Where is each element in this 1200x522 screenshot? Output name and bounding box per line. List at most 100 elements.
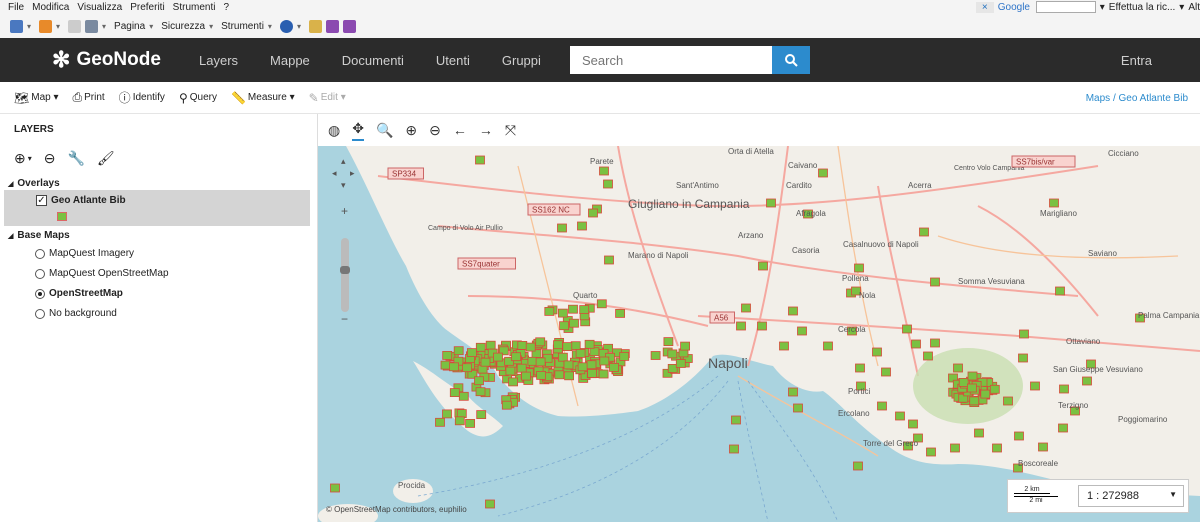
basemap-option[interactable]: OpenStreetMap bbox=[35, 288, 123, 299]
library-marker[interactable] bbox=[508, 377, 519, 387]
map-menu-button[interactable]: 🗺 Map ▾ bbox=[14, 91, 59, 105]
overlay-layer-row[interactable]: ✓ Geo Atlante Bib bbox=[4, 190, 310, 226]
library-marker[interactable] bbox=[588, 208, 598, 218]
menu-help[interactable]: ? bbox=[223, 2, 229, 13]
identify-button[interactable]: ⓘ Identify bbox=[119, 89, 165, 106]
library-marker[interactable] bbox=[1014, 431, 1024, 441]
pan-right-icon[interactable]: ▸ bbox=[350, 168, 355, 179]
globe-icon[interactable]: ◍ bbox=[328, 122, 340, 139]
library-marker[interactable] bbox=[485, 499, 495, 509]
library-marker[interactable] bbox=[570, 341, 581, 351]
library-marker[interactable] bbox=[527, 356, 538, 366]
library-marker[interactable] bbox=[1018, 353, 1028, 363]
library-marker[interactable] bbox=[980, 389, 991, 399]
library-marker[interactable] bbox=[501, 400, 512, 410]
library-marker[interactable] bbox=[731, 415, 741, 425]
search-action[interactable]: Effettua la ric... bbox=[1109, 2, 1176, 13]
library-marker[interactable] bbox=[599, 166, 609, 176]
pan-icon[interactable]: ✥ bbox=[352, 120, 364, 141]
library-marker[interactable] bbox=[330, 483, 340, 493]
library-marker[interactable] bbox=[1030, 381, 1040, 391]
library-marker[interactable] bbox=[563, 360, 574, 370]
edit-button[interactable]: ✎ Edit ▾ bbox=[309, 91, 346, 105]
browser-search-input[interactable] bbox=[1035, 1, 1096, 13]
search-button[interactable] bbox=[772, 46, 810, 74]
library-marker[interactable] bbox=[757, 321, 767, 331]
library-marker[interactable] bbox=[535, 357, 546, 367]
chevron-down-icon[interactable]: ▼ bbox=[1169, 490, 1177, 499]
style-brush-icon[interactable]: 🖌 bbox=[97, 150, 115, 167]
search-input[interactable] bbox=[570, 46, 772, 74]
library-marker[interactable] bbox=[604, 255, 614, 265]
library-marker[interactable] bbox=[872, 347, 882, 357]
menu-visualizza[interactable]: Visualizza bbox=[77, 2, 122, 13]
library-marker[interactable] bbox=[475, 155, 485, 165]
library-marker[interactable] bbox=[855, 363, 865, 373]
library-marker[interactable] bbox=[525, 342, 536, 352]
library-marker[interactable] bbox=[474, 376, 484, 386]
library-marker[interactable] bbox=[1082, 376, 1092, 386]
home-icon[interactable] bbox=[10, 19, 23, 33]
library-marker[interactable] bbox=[458, 391, 469, 401]
library-marker[interactable] bbox=[587, 368, 598, 378]
add-layer-icon[interactable]: ⊕ bbox=[14, 150, 26, 167]
library-marker[interactable] bbox=[568, 304, 578, 314]
security-menu[interactable]: Sicurezza bbox=[161, 21, 205, 32]
library-marker[interactable] bbox=[930, 277, 940, 287]
library-marker[interactable] bbox=[1055, 286, 1065, 296]
library-marker[interactable] bbox=[989, 384, 1000, 394]
library-marker[interactable] bbox=[557, 308, 568, 318]
overlays-group[interactable]: ◢ Overlays bbox=[8, 178, 60, 189]
library-marker[interactable] bbox=[462, 363, 473, 373]
library-marker[interactable] bbox=[911, 339, 921, 349]
library-marker[interactable] bbox=[493, 352, 503, 362]
library-marker[interactable] bbox=[516, 363, 527, 373]
measure-button[interactable]: 📏 Measure ▾ bbox=[231, 91, 295, 105]
library-marker[interactable] bbox=[1049, 198, 1059, 208]
library-marker[interactable] bbox=[766, 198, 776, 208]
library-marker[interactable] bbox=[557, 223, 567, 233]
back-arrow-icon[interactable]: ← bbox=[453, 122, 467, 138]
library-marker[interactable] bbox=[675, 359, 686, 368]
library-marker[interactable] bbox=[680, 341, 691, 351]
research-icon[interactable] bbox=[308, 19, 322, 33]
library-marker[interactable] bbox=[554, 370, 565, 380]
zoom-slider-handle[interactable] bbox=[340, 266, 350, 274]
library-marker[interactable] bbox=[579, 305, 590, 315]
library-marker[interactable] bbox=[667, 349, 678, 359]
nav-users[interactable]: Utenti bbox=[436, 53, 470, 68]
library-marker[interactable] bbox=[449, 362, 459, 372]
library-marker[interactable] bbox=[449, 388, 460, 398]
library-marker[interactable] bbox=[609, 362, 619, 372]
library-marker[interactable] bbox=[1019, 329, 1029, 339]
library-marker[interactable] bbox=[736, 321, 746, 331]
library-marker[interactable] bbox=[967, 371, 978, 381]
library-marker[interactable] bbox=[475, 387, 486, 397]
close-icon[interactable]: × bbox=[975, 1, 994, 13]
library-marker[interactable] bbox=[930, 338, 940, 348]
library-marker[interactable] bbox=[1038, 442, 1048, 452]
library-marker[interactable] bbox=[599, 356, 610, 366]
library-marker[interactable] bbox=[544, 306, 555, 316]
library-marker[interactable] bbox=[926, 447, 936, 457]
geonode-logo[interactable]: ✻ GeoNode bbox=[52, 47, 182, 73]
collapse-triangle-icon[interactable]: ◢ bbox=[8, 180, 13, 188]
menu-strumenti[interactable]: Strumenti bbox=[173, 2, 216, 13]
map-canvas[interactable]: Orta di Atella Caivano Cicciano Parete Sant'… bbox=[318, 146, 1200, 522]
nav-layers[interactable]: Layers bbox=[199, 53, 238, 68]
library-marker[interactable] bbox=[480, 357, 491, 367]
library-marker[interactable] bbox=[923, 351, 933, 361]
library-marker[interactable] bbox=[577, 362, 588, 372]
library-marker[interactable] bbox=[967, 383, 977, 393]
help-icon[interactable] bbox=[279, 19, 293, 33]
basemap-radio[interactable] bbox=[35, 268, 45, 279]
chevron-down-icon[interactable]: ▾ bbox=[28, 154, 32, 163]
library-marker[interactable] bbox=[559, 321, 570, 331]
breadcrumb[interactable]: Maps / Geo Atlante Bib bbox=[1086, 93, 1188, 104]
library-marker[interactable] bbox=[788, 306, 798, 316]
library-marker[interactable] bbox=[454, 416, 465, 426]
remove-layer-icon[interactable]: ⊖ bbox=[44, 150, 56, 167]
basemap-radio[interactable] bbox=[35, 248, 45, 259]
zoom-box-icon[interactable]: 🔍 bbox=[376, 122, 393, 139]
library-marker[interactable] bbox=[877, 401, 887, 411]
